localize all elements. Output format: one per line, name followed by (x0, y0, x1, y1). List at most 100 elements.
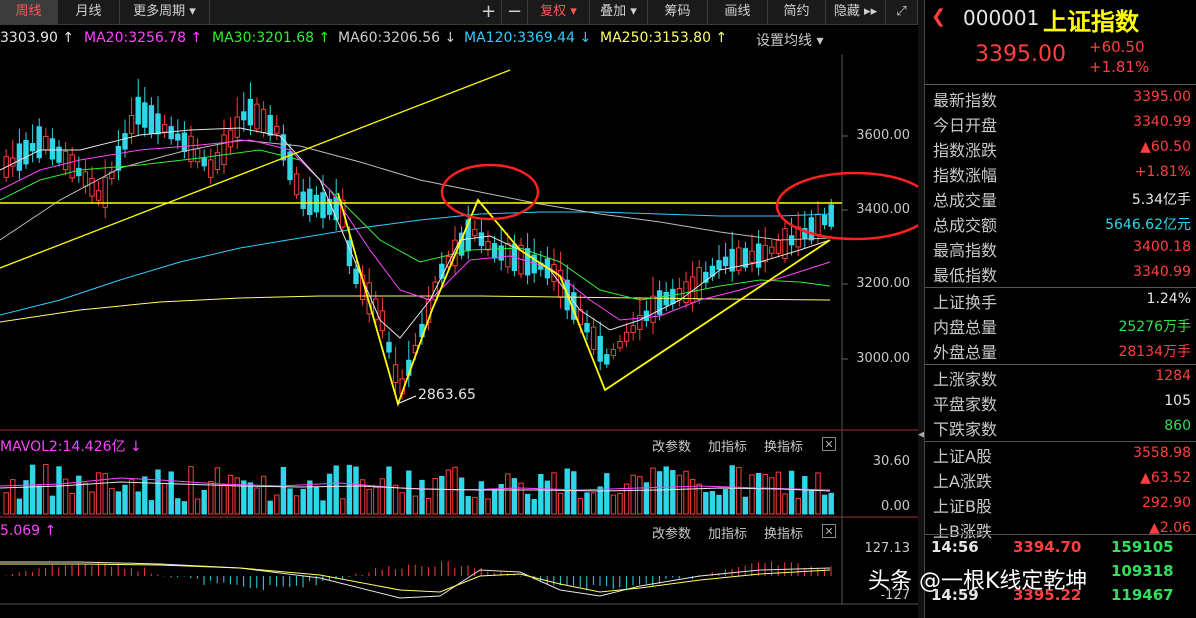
volume-bar (267, 500, 273, 515)
volume-bar (194, 498, 201, 515)
candle-body (208, 159, 214, 178)
candle-body (604, 354, 610, 365)
candle-body (821, 214, 828, 226)
candle-body (155, 113, 161, 135)
candle-body (234, 116, 240, 138)
dropdown-arrow-icon[interactable]: ❮ (931, 6, 946, 27)
volume-bar (511, 478, 518, 515)
price-tick: 3200.00 (856, 276, 910, 291)
ma-line-250 (0, 295, 831, 323)
macd-add-indicator-button[interactable]: 加指标 (708, 523, 747, 542)
candle-body (82, 171, 89, 187)
candle-body (36, 126, 42, 159)
candle-body (392, 364, 399, 383)
stat-value: 860 (1164, 418, 1191, 434)
vol-axis-top: 30.60 (872, 454, 910, 469)
volume-bar (247, 482, 254, 515)
current-price: 3395.00 (975, 42, 1066, 67)
candle-body (749, 250, 755, 263)
price-tick: 3600.00 (856, 128, 910, 143)
vol-axis-bottom: 0.00 (881, 499, 910, 514)
volume-bar (274, 494, 280, 515)
volume-bar (821, 494, 828, 515)
candle-body (808, 217, 815, 241)
stat-label: 上证换手 (933, 293, 998, 312)
candle-body (95, 190, 102, 201)
vol-edit-params-button[interactable]: 改参数 (652, 436, 691, 455)
index-name: 上证指数 (1043, 8, 1139, 36)
volume-bar (56, 466, 62, 515)
candle-body (320, 192, 326, 219)
volume-bar (122, 484, 128, 515)
volume-bar (445, 469, 452, 515)
candle-body (307, 188, 313, 216)
candle-body (597, 335, 603, 362)
vol-switch-indicator-button[interactable]: 换指标 (764, 436, 803, 455)
stat-value: ▲63.52 (1140, 470, 1191, 486)
stat-label: 上A涨跌 (933, 472, 992, 491)
volume-bar (630, 474, 636, 515)
volume-bar (610, 494, 617, 515)
volume-bar (637, 476, 643, 515)
volume-bar (557, 492, 564, 515)
stat-label: 内盘总量 (933, 318, 998, 337)
volume-bar (742, 496, 749, 515)
volume-bar (373, 486, 379, 515)
stat-value: ▲60.50 (1140, 139, 1191, 155)
volume-bar (326, 473, 333, 515)
candle-body (148, 105, 155, 134)
volume-bar (313, 486, 320, 515)
macd-switch-indicator-button[interactable]: 换指标 (764, 523, 803, 542)
volume-bar (729, 465, 735, 515)
volume-bar (676, 474, 683, 515)
volume-bar (43, 464, 49, 515)
stat-row: 外盘总量 28134万手 (933, 338, 1191, 362)
watermark-text: 头条 @一根K线定乾坤 (868, 569, 1088, 594)
volume-bar (775, 471, 782, 515)
candle-body (16, 143, 23, 171)
macd-close-icon[interactable]: ✕ (822, 524, 836, 538)
volume-bar (524, 493, 531, 515)
candle-body (56, 146, 62, 163)
volume-bar (544, 480, 551, 515)
stat-row: 上A涨跌 ▲63.52 (933, 467, 1191, 491)
volume-bar (155, 469, 161, 515)
stat-label: 指数涨幅 (933, 166, 998, 185)
stat-value: 3558.98 (1133, 445, 1191, 461)
candle-body (260, 108, 267, 133)
stat-value: 3340.99 (1133, 264, 1191, 280)
vol-add-indicator-button[interactable]: 加指标 (708, 436, 747, 455)
price-tick: 3400.00 (856, 202, 910, 217)
candle-body (122, 133, 128, 150)
vol-close-icon[interactable]: ✕ (822, 437, 836, 451)
price-tick: 3000.00 (856, 351, 910, 366)
stat-row: 上证B股 292.90 (933, 492, 1191, 516)
stat-label: 今日开盘 (933, 116, 998, 135)
volume-bar (425, 497, 432, 515)
candle-body (43, 135, 49, 151)
stat-row: 上证换手 1.24% (933, 288, 1191, 312)
candle-body (293, 173, 300, 196)
volume-bar (709, 491, 716, 515)
volume-bar (82, 482, 89, 515)
volume-bar (478, 481, 485, 515)
stat-row: 内盘总量 25276万手 (933, 313, 1191, 337)
index-code: 000001 (963, 6, 1040, 30)
stat-value: 292.90 (1142, 495, 1191, 511)
candle-body (188, 135, 194, 162)
macd-edit-params-button[interactable]: 改参数 (652, 523, 691, 542)
ma-line-10 (0, 127, 831, 339)
stat-row: 上涨家数 1284 (933, 365, 1191, 389)
volume-bar (188, 466, 194, 515)
volume-bar (340, 498, 346, 515)
macd-indicator-label: 5.069 ↑ (0, 523, 57, 539)
volume-bar (89, 491, 95, 515)
volume-bar (49, 495, 56, 515)
stat-value: 3340.99 (1133, 114, 1191, 130)
stat-value: 1.24% (1146, 291, 1191, 307)
vol-indicator-label: MAVOL2:14.426亿 ↓ (0, 439, 142, 455)
stat-value: 5646.62亿元 (1105, 217, 1191, 233)
volume-bar (175, 498, 181, 515)
stat-row: 最新指数 3395.00 (933, 86, 1191, 110)
stat-value: 5.34亿手 (1131, 192, 1191, 208)
